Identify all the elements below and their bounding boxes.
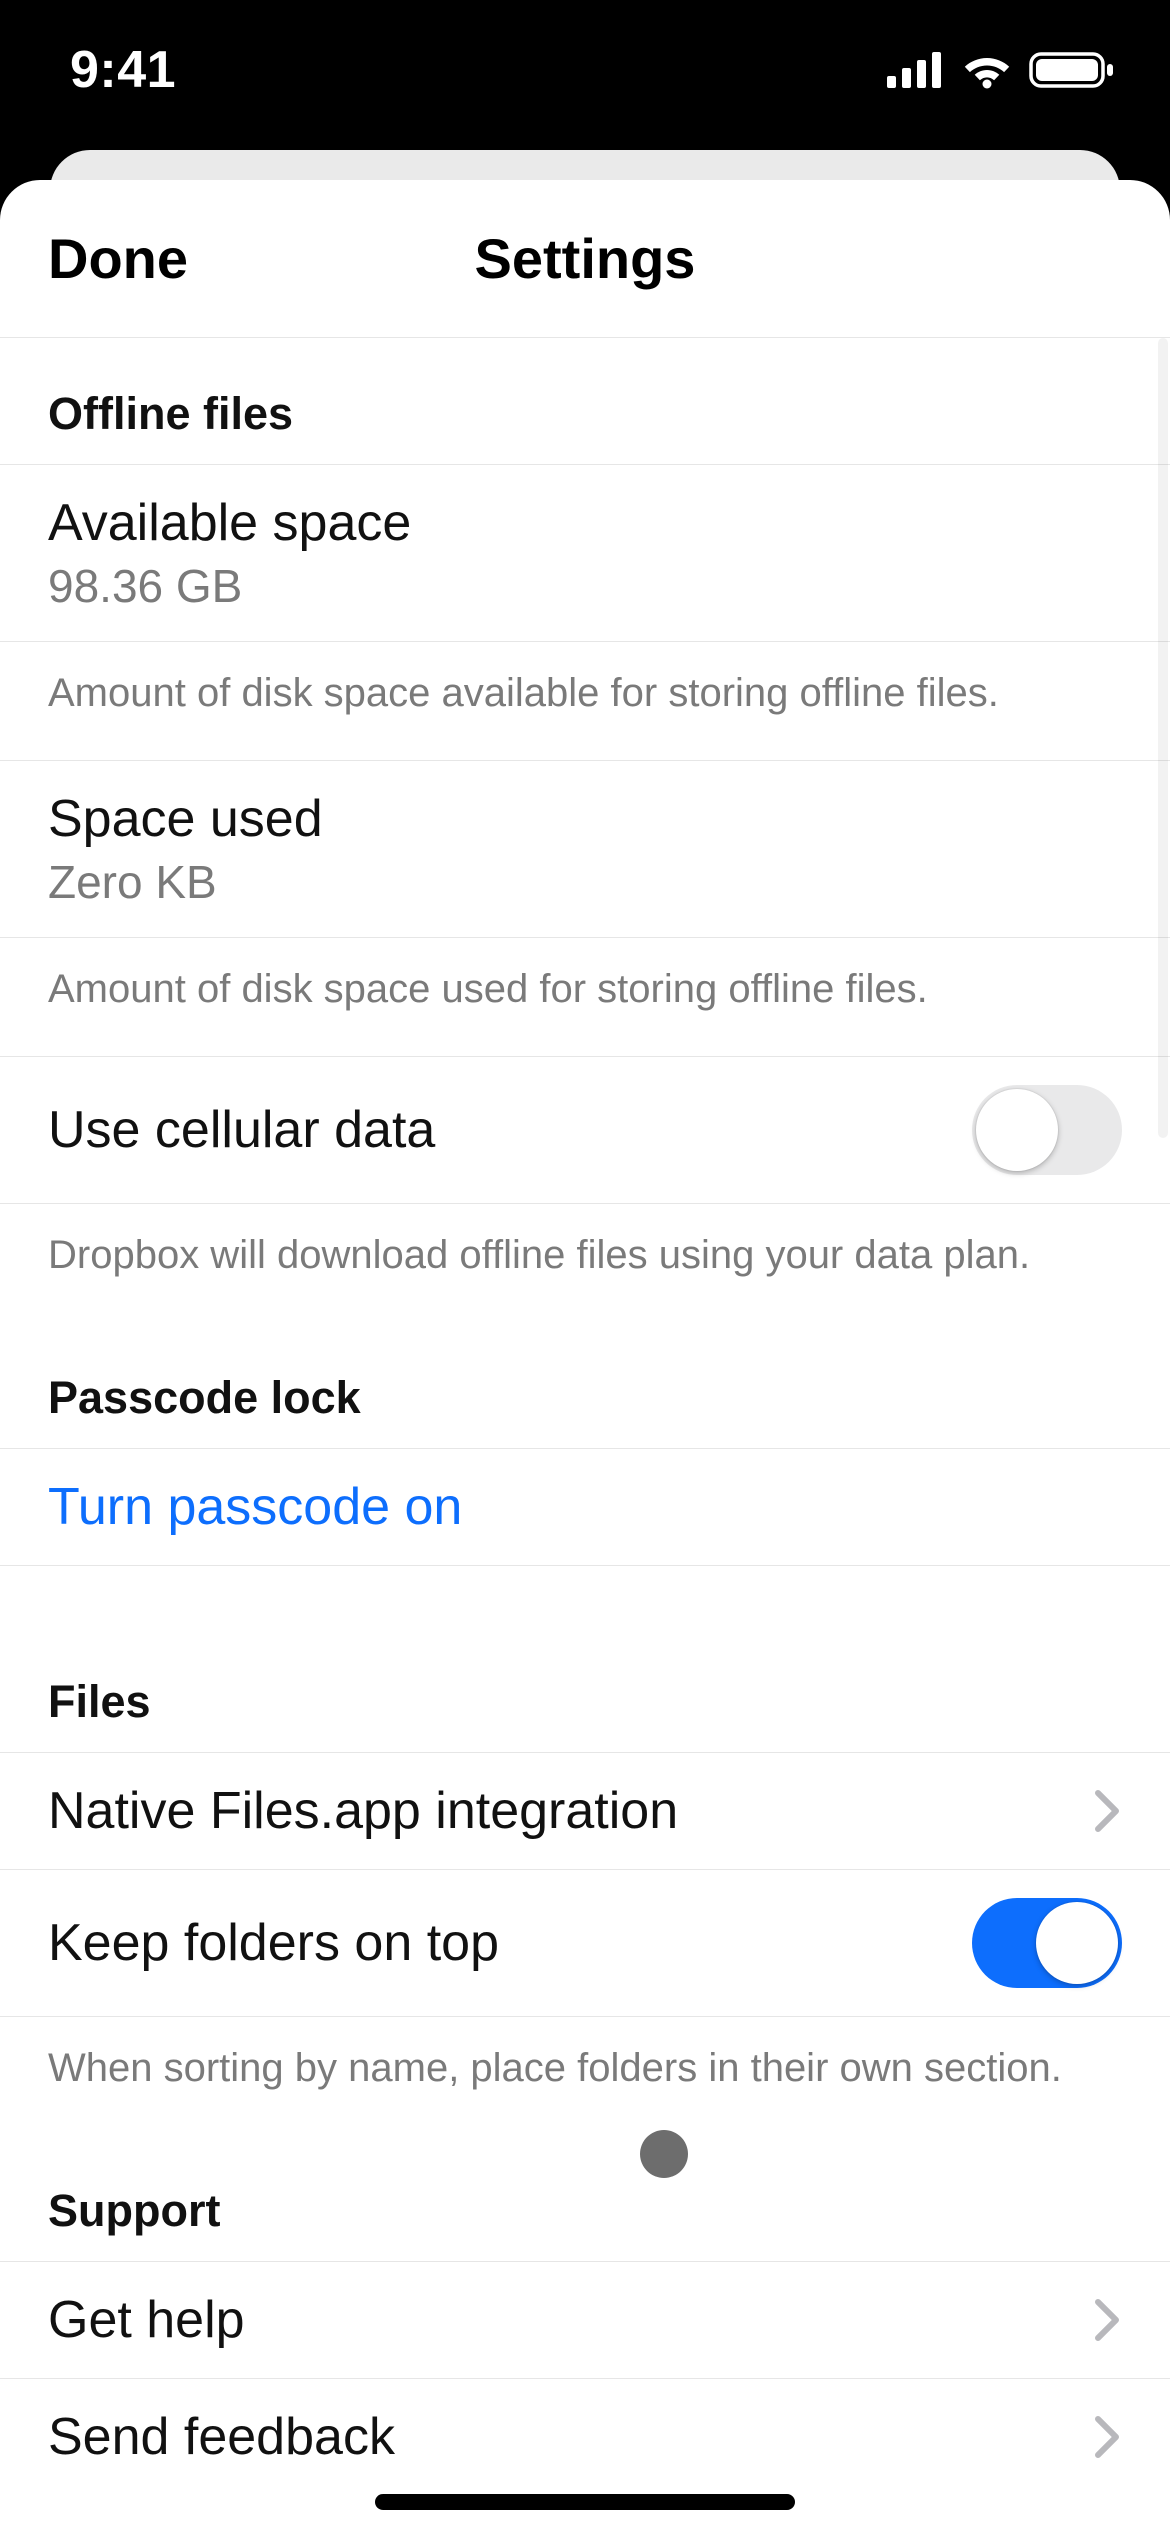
row-send-feedback[interactable]: Send feedback [0,2379,1170,2495]
section-header-offline: Offline files [0,338,1170,465]
row-space-used: Space used Zero KB [0,761,1170,937]
available-space-value: 98.36 GB [48,559,1122,613]
chevron-right-icon [1094,2415,1122,2459]
wifi-icon [961,51,1013,89]
row-get-help[interactable]: Get help [0,2262,1170,2379]
folders-on-top-footer: When sorting by name, place folders in t… [0,2017,1170,2135]
settings-sheet: Done Settings Offline files Available sp… [0,180,1170,2532]
row-available-space: Available space 98.36 GB [0,465,1170,641]
space-used-footer: Amount of disk space used for storing of… [0,937,1170,1057]
get-help-label: Get help [48,2290,245,2350]
available-space-label: Available space [48,493,1122,553]
folders-on-top-toggle[interactable] [972,1898,1122,1988]
send-feedback-label: Send feedback [48,2407,395,2467]
section-header-support: Support [0,2135,1170,2262]
chevron-right-icon [1094,2298,1122,2342]
cellular-data-footer: Dropbox will download offline files usin… [0,1204,1170,1322]
nav-bar: Done Settings [0,180,1170,338]
row-turn-passcode-on[interactable]: Turn passcode on [0,1449,1170,1566]
home-indicator[interactable] [375,2494,795,2510]
folders-on-top-label: Keep folders on top [48,1913,499,1973]
status-time: 9:41 [70,40,176,100]
section-header-passcode: Passcode lock [0,1322,1170,1449]
available-space-footer: Amount of disk space available for stori… [0,641,1170,761]
done-button[interactable]: Done [48,226,188,291]
row-keep-folders-on-top[interactable]: Keep folders on top [0,1870,1170,2017]
settings-content[interactable]: Offline files Available space 98.36 GB A… [0,338,1170,2532]
battery-icon [1029,50,1115,90]
page-title: Settings [475,226,696,291]
space-used-label: Space used [48,789,1122,849]
touch-indicator-icon [640,2130,688,2178]
cellular-data-toggle[interactable] [972,1085,1122,1175]
status-bar: 9:41 [0,0,1170,140]
chevron-right-icon [1094,1789,1122,1833]
native-files-label: Native Files.app integration [48,1781,678,1841]
section-header-files: Files [0,1626,1170,1753]
space-used-value: Zero KB [48,855,1122,909]
row-native-files-app[interactable]: Native Files.app integration [0,1753,1170,1870]
row-cellular-data[interactable]: Use cellular data [0,1057,1170,1204]
cellular-data-label: Use cellular data [48,1100,435,1160]
cellular-signal-icon [887,52,945,88]
scrollbar[interactable] [1158,338,1168,1138]
turn-passcode-on-link[interactable]: Turn passcode on [48,1477,1122,1537]
status-icons [887,50,1115,90]
